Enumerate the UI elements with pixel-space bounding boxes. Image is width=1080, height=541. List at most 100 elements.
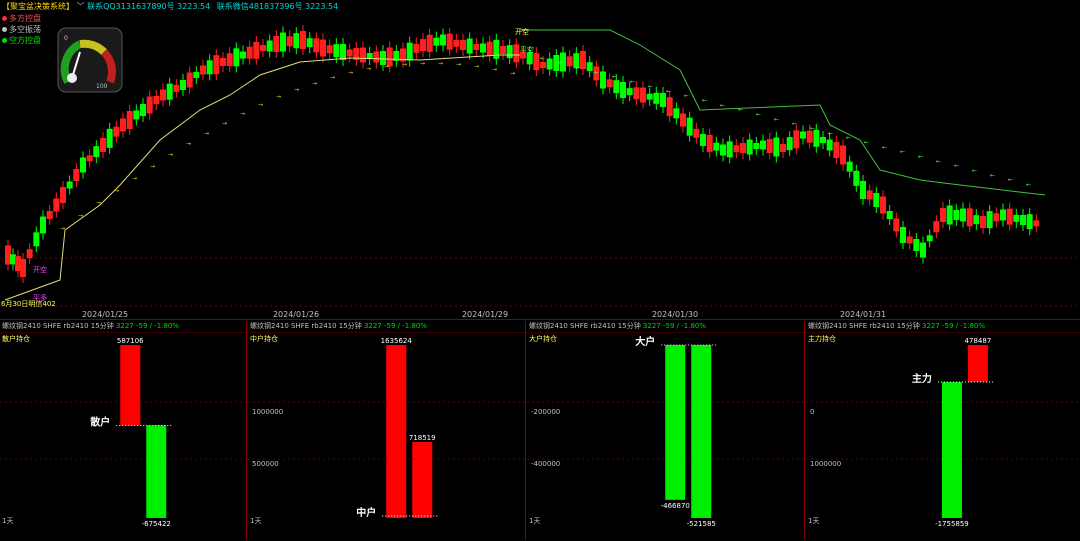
candle-body — [26, 249, 33, 259]
trend-arrow-icon: ← — [954, 163, 959, 170]
date-tick-label: 2024/01/26 — [273, 310, 319, 319]
trend-arrow-icon: → — [60, 225, 65, 232]
candle-body — [466, 38, 473, 54]
trend-arrow-icon: ← — [792, 121, 797, 128]
trend-arrow-icon: ← — [738, 106, 743, 113]
candle-body — [40, 216, 46, 234]
panel-period: 1天 — [529, 517, 541, 525]
trend-arrow-icon: ← — [864, 139, 869, 146]
contact-wx: 联系微信481837396号 3223.54 — [216, 2, 339, 11]
gauge-hub — [67, 73, 77, 83]
trend-arrow-icon: → — [258, 102, 263, 109]
candle-body — [640, 87, 646, 103]
trend-arrow-icon: → — [330, 74, 335, 81]
trend-arrow-icon: ← — [720, 102, 725, 109]
candle-body — [66, 181, 73, 189]
trend-arrow-icon: → — [240, 110, 245, 117]
candle-body — [980, 216, 986, 228]
trend-arrow-icon: → — [474, 63, 479, 70]
gauge-min-label: 0 — [64, 35, 68, 42]
panel-mid[interactable]: 螺纹钢2410 SHFE rb2410 15分钟 3227 -59 / -1.8… — [248, 321, 526, 540]
trend-arrow-icon: → — [222, 120, 227, 127]
candle-body — [926, 235, 933, 242]
panel-large[interactable]: 螺纹钢2410 SHFE rb2410 15分钟 3227 -59 / -1.8… — [527, 321, 805, 540]
trend-arrow-icon: ← — [846, 135, 851, 142]
candle-body — [486, 41, 493, 56]
candle-body — [180, 80, 186, 90]
candle-body — [1026, 214, 1033, 230]
candle-body — [700, 134, 706, 146]
bar-value-label: 718519 — [409, 434, 436, 442]
trend-arrow-icon: → — [150, 163, 155, 170]
trend-arrow-icon: → — [492, 66, 497, 73]
bar-value-label: 478487 — [965, 337, 992, 345]
candle-body — [73, 169, 80, 181]
main-kline-chart[interactable]: 2024/01/25 2024/01/26 2024/01/29 2024/01/30… — [0, 0, 1080, 320]
candle-body — [220, 58, 226, 66]
bar-value-label: -466870 — [661, 502, 690, 510]
trend-arrow-icon: ← — [756, 111, 761, 118]
candle-body — [973, 215, 980, 225]
candle-body — [313, 38, 320, 53]
candle-body — [326, 45, 333, 54]
candle-body — [293, 33, 300, 49]
trend-arrow-icon: ← — [630, 78, 635, 85]
candle-body — [820, 137, 826, 143]
trend-arrow-icon: → — [132, 175, 137, 182]
candle-body — [240, 51, 246, 59]
candle-body — [760, 140, 766, 150]
position-bar — [412, 442, 433, 518]
candle-body — [493, 39, 500, 59]
position-bar — [120, 345, 141, 426]
signal-label: 开空 — [33, 265, 47, 274]
kline-canvas[interactable]: 2024/01/25 2024/01/26 2024/01/29 2024/01/30… — [0, 0, 1080, 320]
position-bar — [665, 345, 686, 500]
candle-body — [233, 48, 240, 67]
candle-body — [186, 72, 193, 88]
date-tick-label: 2024/01/30 — [652, 310, 698, 319]
candle-body — [960, 208, 966, 222]
axis-tick-label: 500000 — [252, 460, 279, 468]
candle-body — [453, 39, 460, 47]
green-dot-icon — [2, 38, 7, 43]
participant-label: 主力 — [912, 372, 932, 385]
position-bar — [941, 382, 962, 518]
candle-body — [633, 87, 640, 100]
candle-body — [626, 88, 633, 96]
candle-body — [513, 44, 520, 63]
candle-body — [813, 129, 820, 147]
candle-body — [833, 142, 840, 158]
candle-body — [300, 31, 306, 49]
candle-body — [80, 157, 86, 173]
candle-body — [106, 128, 113, 148]
candle-body — [53, 198, 60, 212]
signal-label: 开空 — [515, 27, 529, 36]
candle-body — [706, 134, 713, 152]
candle-body — [360, 47, 366, 63]
candle-body — [160, 89, 166, 101]
candle-body — [933, 221, 940, 233]
candle-body — [693, 128, 700, 138]
candle-body — [320, 39, 326, 57]
participant-label: 中户 — [356, 506, 376, 519]
candle-body — [273, 36, 280, 52]
position-bar — [146, 425, 167, 518]
participant-label: 散户 — [90, 415, 110, 428]
candle-body — [906, 236, 913, 244]
candle-body — [253, 41, 260, 59]
gauge-max-label: 100 — [96, 83, 108, 90]
candle-body — [613, 80, 620, 94]
candle-body — [766, 139, 773, 153]
candle-body — [446, 33, 453, 50]
candle-body — [433, 37, 440, 46]
position-bar — [691, 345, 712, 518]
candle-body — [680, 113, 686, 127]
chevron-down-icon[interactable]: ﹀ — [77, 2, 85, 11]
panel-retail[interactable]: 螺纹钢2410 SHFE rb2410 15分钟 3227 -59 / -1.8… — [0, 321, 247, 540]
panel-main-force[interactable]: 螺纹钢2410 SHFE rb2410 15分钟 3227 -59 / -1.8… — [806, 321, 1080, 540]
sentiment-gauge: 0 100 — [57, 27, 123, 93]
candle-body — [826, 139, 833, 151]
candle-body — [1033, 220, 1040, 227]
legend-item-range: 多空振荡 — [2, 24, 41, 35]
date-tick-label: 2024/01/29 — [462, 310, 508, 319]
